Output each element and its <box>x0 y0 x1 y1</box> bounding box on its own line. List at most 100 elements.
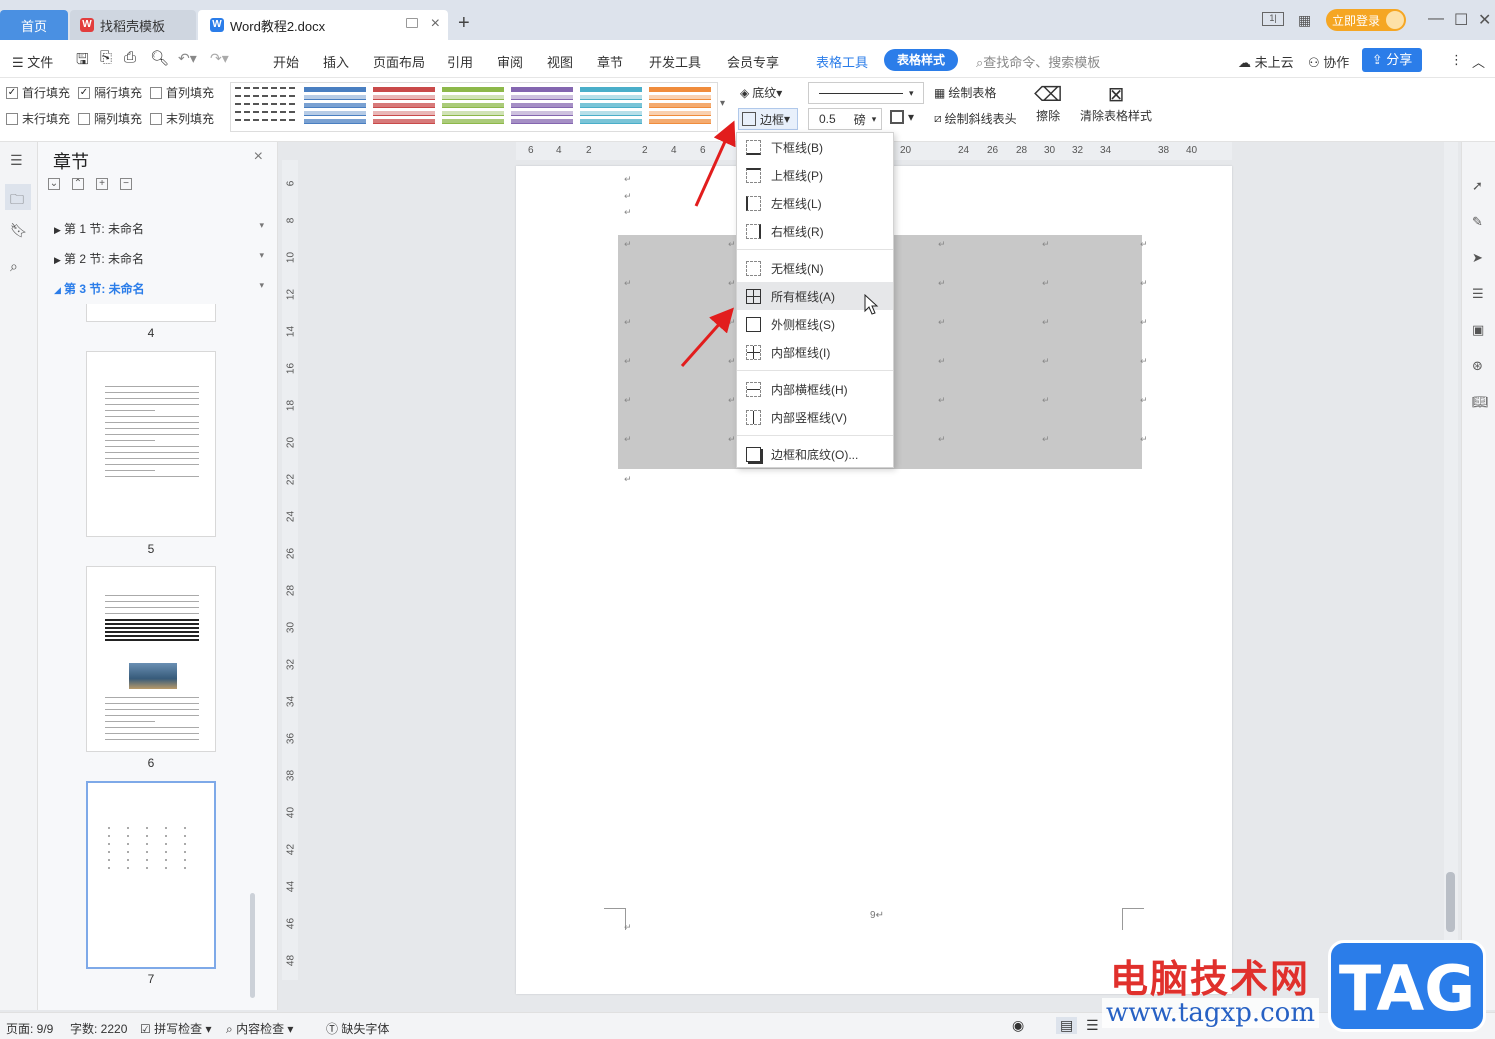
page-thumbnail-5[interactable] <box>86 351 216 537</box>
draw-diagonal-button[interactable]: ⧄ 绘制斜线表头 <box>934 110 1017 127</box>
checkbox[interactable]: ✓ <box>6 86 18 99</box>
expand-down-icon[interactable]: ⌄ <box>48 178 60 190</box>
bookmark-icon[interactable]: 🔖︎ <box>10 222 28 238</box>
gallery-expand-icon[interactable]: ▾ <box>720 98 725 109</box>
tab-home[interactable]: 首页 <box>0 10 68 40</box>
check-alt-row[interactable]: ✓ 隔行填充 <box>78 84 142 101</box>
minimize-icon[interactable]: — <box>1428 10 1444 28</box>
check-last-row[interactable]: 末行填充 <box>6 110 70 127</box>
menu-member[interactable]: 会员专享 <box>727 52 779 71</box>
close-window-icon[interactable]: ✕ <box>1478 10 1491 30</box>
menu-item-no-border[interactable]: 无框线(N) <box>737 254 893 282</box>
line-width-select[interactable]: 0.5 磅 ▾ <box>808 108 882 130</box>
line-style-select[interactable]: ▾ <box>808 82 924 104</box>
preview-icon[interactable]: 🔍︎ <box>150 49 169 67</box>
line-color-button[interactable]: ▾ <box>890 110 914 124</box>
expand-arrow-icon[interactable]: ▶ <box>54 225 64 236</box>
sliders-icon[interactable]: ☰ <box>1472 286 1488 302</box>
section-item-2[interactable]: ▶ 第 2 节: 未命名 ▾ <box>54 250 264 267</box>
eye-protect-icon[interactable]: ◉ <box>1012 1017 1024 1034</box>
collab-button[interactable]: ⚇ 协作 <box>1308 52 1349 71</box>
search-box[interactable]: ⌕查找命令、搜索模板 <box>976 52 1100 71</box>
layout-icon[interactable]: 1| <box>1262 12 1284 26</box>
menu-item-top-border[interactable]: 上框线(P) <box>737 161 893 189</box>
shading-button[interactable]: ◈ 底纹 ▾ <box>740 84 782 101</box>
redo-icon[interactable]: ↷▾ <box>210 50 229 67</box>
scrollbar-thumb[interactable] <box>1446 872 1455 932</box>
collapse-ribbon-icon[interactable]: ︿ <box>1472 52 1485 71</box>
checkbox[interactable] <box>6 112 18 125</box>
menu-table-style[interactable]: 表格样式 <box>884 49 958 71</box>
table-style-swatch[interactable] <box>373 87 435 131</box>
compass-icon[interactable]: ⊛ <box>1472 358 1488 374</box>
menu-item-inside-borders[interactable]: 内部框线(I) <box>737 338 893 366</box>
export-icon[interactable]: ⎘ <box>100 49 112 66</box>
content-check-button[interactable]: ⌕ 内容检查 ▾ <box>226 1020 293 1037</box>
chevron-down-icon[interactable]: ▾ <box>259 280 264 291</box>
page-thumbnail-6[interactable] <box>86 566 216 752</box>
chevron-down-icon[interactable]: ▾ <box>259 220 264 231</box>
menu-review[interactable]: 审阅 <box>497 52 523 71</box>
table-style-swatch[interactable] <box>235 87 297 131</box>
share-button[interactable]: ⇪ 分享 <box>1362 48 1422 72</box>
expand-arrow-icon[interactable]: ◢ <box>54 285 64 296</box>
page-count[interactable]: 页面: 9/9 <box>6 1020 53 1037</box>
menu-item-borders-shading[interactable]: 边框和底纹(O)... <box>737 440 893 468</box>
chevron-down-icon[interactable]: ▾ <box>259 250 264 261</box>
erase-button[interactable]: ⌫ 擦除 <box>1034 82 1062 124</box>
menu-table-tools[interactable]: 表格工具 <box>816 52 868 71</box>
menu-item-inside-vertical[interactable]: 内部竖框线(V) <box>737 403 893 431</box>
table-style-swatch[interactable] <box>304 87 366 131</box>
missing-font-button[interactable]: Ⓣ 缺失字体 <box>326 1020 389 1037</box>
menu-insert[interactable]: 插入 <box>323 52 349 71</box>
table-style-swatch[interactable] <box>511 87 573 131</box>
add-section-icon[interactable]: + <box>96 178 108 190</box>
maximize-icon[interactable]: ☐ <box>1454 10 1468 30</box>
page-view-icon[interactable]: ▤ <box>1056 1017 1078 1034</box>
more-icon[interactable]: ⋮ <box>1450 52 1463 68</box>
pointer-icon[interactable]: ➤ <box>1472 250 1488 266</box>
page-thumbnail-4[interactable] <box>86 304 216 322</box>
tab-template[interactable]: W 找稻壳模板 <box>70 10 196 40</box>
image-ai-icon[interactable]: ▣ <box>1472 322 1488 338</box>
close-panel-icon[interactable]: × <box>254 148 263 166</box>
outline-view-icon[interactable]: ☰ <box>1086 1017 1099 1034</box>
search-icon[interactable]: ⌕ <box>10 258 26 274</box>
new-tab-icon[interactable]: + <box>458 12 470 35</box>
checkbox[interactable] <box>78 112 90 125</box>
page-thumbnail-7[interactable] <box>86 781 216 969</box>
document-scrollbar[interactable] <box>1444 142 1458 1010</box>
checkbox[interactable] <box>150 86 162 99</box>
word-count[interactable]: 字数: 2220 <box>70 1020 127 1037</box>
print-icon[interactable]: ⎙ <box>124 49 136 66</box>
clear-style-button[interactable]: ⊠ 清除表格样式 <box>1080 82 1152 124</box>
menu-file[interactable]: ☰ 文件 <box>12 52 53 71</box>
menu-item-left-border[interactable]: 左框线(L) <box>737 189 893 217</box>
tab-document[interactable]: W Word教程2.docx × <box>198 10 448 40</box>
table-style-gallery[interactable] <box>230 82 718 132</box>
monitor-icon[interactable] <box>406 18 418 28</box>
save-icon[interactable]: 🖫 <box>76 49 89 74</box>
menu-reference[interactable]: 引用 <box>447 52 473 71</box>
menu-chapter[interactable]: 章节 <box>597 52 623 71</box>
cloud-status[interactable]: ☁ 未上云 <box>1238 52 1294 71</box>
menu-layout[interactable]: 页面布局 <box>373 52 425 71</box>
checkbox[interactable]: ✓ <box>78 86 90 99</box>
check-first-row[interactable]: ✓ 首行填充 <box>6 84 70 101</box>
check-alt-col[interactable]: 隔列填充 <box>78 110 142 127</box>
menu-item-bottom-border[interactable]: 下框线(B) <box>737 133 893 161</box>
section-item-3[interactable]: ◢ 第 3 节: 未命名 ▾ <box>54 280 264 297</box>
menu-item-inside-horizontal[interactable]: 内部横框线(H) <box>737 375 893 403</box>
expand-arrow-icon[interactable]: ▶ <box>54 255 64 266</box>
menu-item-right-border[interactable]: 右框线(R) <box>737 217 893 245</box>
close-tab-icon[interactable]: × <box>431 15 440 33</box>
check-first-col[interactable]: 首列填充 <box>150 84 214 101</box>
spell-check-button[interactable]: ☑ 拼写检查 ▾ <box>140 1020 211 1037</box>
table-style-swatch[interactable] <box>580 87 642 131</box>
pen-icon[interactable]: ✎ <box>1472 214 1488 230</box>
outline-icon[interactable]: ☰ <box>10 152 26 168</box>
check-last-col[interactable]: 末列填充 <box>150 110 214 127</box>
section-item-1[interactable]: ▶ 第 1 节: 未命名 ▾ <box>54 220 264 237</box>
menu-view[interactable]: 视图 <box>547 52 573 71</box>
book-icon[interactable]: 📖︎ <box>1472 394 1489 410</box>
